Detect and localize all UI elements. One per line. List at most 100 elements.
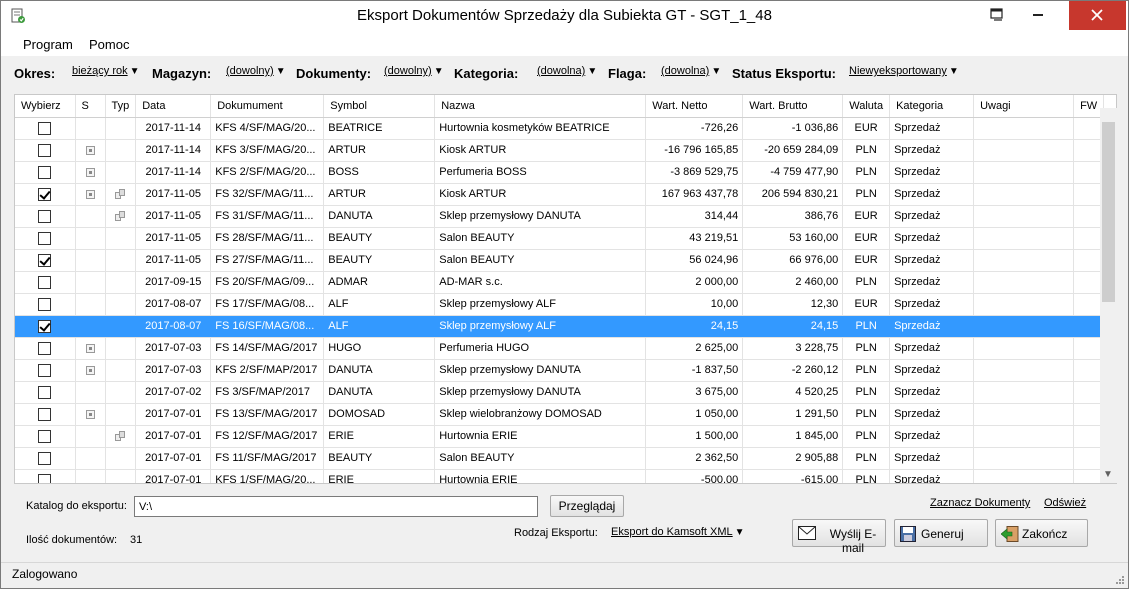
header-col-typ[interactable]: Typ — [105, 95, 137, 118]
notes-cell — [973, 117, 1075, 140]
category-cell: Sprzedaż — [889, 161, 975, 184]
save-disk-icon — [900, 526, 916, 542]
date-cell: 2017-11-14 — [135, 161, 212, 184]
catalog-input[interactable] — [134, 496, 538, 517]
table-row[interactable]: 2017-07-03 FS 14/SF/MAG/2017 HUGO Perfumeri… — [15, 337, 1105, 360]
table-row[interactable]: 2017-07-01 FS 13/SF/MAG/2017 DOMOSAD Sklep … — [15, 403, 1105, 426]
row-checkbox[interactable] — [38, 341, 52, 355]
row-checkbox[interactable] — [38, 143, 52, 157]
magazyn-dropdown[interactable]: (dowolny) ▼ — [226, 65, 286, 77]
table-row[interactable]: 2017-11-14 KFS 3/SF/MAG/20... ARTUR Kiosk A… — [15, 139, 1105, 162]
row-checkbox[interactable] — [38, 165, 52, 179]
table-row[interactable]: 2017-11-05 FS 27/SF/MAG/11... BEAUTY Salon … — [15, 249, 1105, 272]
header-col-waluta[interactable]: Waluta — [842, 95, 891, 118]
row-checkbox[interactable] — [38, 231, 52, 245]
table-row[interactable]: 2017-07-01 FS 12/SF/MAG/2017 ERIE Hurtownia… — [15, 425, 1105, 448]
header-col-s[interactable]: S — [75, 95, 106, 118]
linked-documents-icon — [114, 431, 126, 442]
row-checkbox[interactable] — [38, 187, 52, 201]
name-cell: Salon BEAUTY — [434, 227, 647, 250]
table-row[interactable]: 2017-08-07 FS 17/SF/MAG/08... ALF Sklep prz… — [15, 293, 1105, 316]
table-row[interactable]: 2017-11-05 FS 31/SF/MAG/11... DANUTA Sklep … — [15, 205, 1105, 228]
date-cell: 2017-11-14 — [135, 139, 212, 162]
s-cell — [75, 425, 106, 448]
table-row[interactable]: 2017-11-14 KFS 4/SF/MAG/20... BEATRICE Hurt… — [15, 117, 1105, 140]
kategoria-dropdown[interactable]: (dowolna) ▼ — [537, 65, 597, 77]
header-col-symbol[interactable]: Symbol — [323, 95, 436, 118]
s-cell — [75, 381, 106, 404]
type-cell — [105, 359, 137, 382]
currency-cell: PLN — [842, 425, 891, 448]
close-button[interactable] — [1069, 1, 1126, 30]
header-col-data[interactable]: Data — [135, 95, 212, 118]
symbol-cell: DANUTA — [323, 381, 436, 404]
flaga-label: Flaga: — [608, 66, 647, 81]
dropdown-arrow-icon: ▼ — [129, 66, 140, 77]
row-checkbox[interactable] — [38, 253, 52, 267]
row-checkbox[interactable] — [38, 385, 52, 399]
resize-grip-icon[interactable] — [1114, 574, 1124, 584]
symbol-cell: ALF — [323, 293, 436, 316]
header-col-dokument[interactable]: Dokumument — [210, 95, 325, 118]
status-dropdown[interactable]: Niewyeksportowany ▼ — [849, 65, 959, 77]
row-checkbox[interactable] — [38, 451, 52, 465]
dokumenty-dropdown[interactable]: (dowolny) ▼ — [384, 65, 444, 77]
net-value-cell: 2 625,00 — [645, 337, 744, 360]
finish-button[interactable]: Zakończ — [995, 519, 1088, 547]
table-row[interactable]: 2017-07-01 KFS 1/SF/MAG/20... ERIE Hurtowni… — [15, 469, 1105, 483]
generate-button[interactable]: Generuj — [894, 519, 988, 547]
menu-program[interactable]: Program — [23, 37, 73, 52]
row-checkbox[interactable] — [38, 319, 52, 333]
export-type-label: Rodzaj Eksportu: — [514, 527, 598, 539]
refresh-link[interactable]: Odśwież — [1044, 497, 1086, 509]
table-row[interactable]: 2017-07-01 FS 11/SF/MAG/2017 BEAUTY Salon B… — [15, 447, 1105, 470]
documents-grid[interactable]: Wybierz S Typ Data Dokumument Symbol Nazwa Wart… — [14, 94, 1117, 484]
table-row[interactable]: 2017-11-05 FS 28/SF/MAG/11... BEAUTY Salon … — [15, 227, 1105, 250]
header-col-kategoria[interactable]: Kategoria — [889, 95, 975, 118]
row-checkbox[interactable] — [38, 407, 52, 421]
row-checkbox[interactable] — [38, 209, 52, 223]
row-checkbox[interactable] — [38, 275, 52, 289]
browse-button[interactable]: Przeglądaj — [550, 495, 624, 517]
scrollbar-thumb[interactable] — [1102, 122, 1115, 302]
date-cell: 2017-07-01 — [135, 425, 212, 448]
category-cell: Sprzedaż — [889, 447, 975, 470]
flaga-dropdown[interactable]: (dowolna) ▼ — [661, 65, 721, 77]
table-row[interactable]: 2017-09-15 FS 20/SF/MAG/09... ADMAR AD-MAR … — [15, 271, 1105, 294]
browse-button-label: Przeglądaj — [558, 499, 616, 513]
close-icon — [1091, 9, 1103, 21]
table-row[interactable]: 2017-07-02 FS 3/SF/MAP/2017 DANUTA Sklep pr… — [15, 381, 1105, 404]
header-col-uwagi[interactable]: Uwagi — [973, 95, 1075, 118]
kategoria-value: (dowolna) — [537, 65, 586, 77]
table-row[interactable]: 2017-11-05 FS 32/SF/MAG/11... ARTUR Kiosk A… — [15, 183, 1105, 206]
name-cell: Sklep przemysłowy DANUTA — [434, 205, 647, 228]
header-col-wybierz[interactable]: Wybierz — [15, 95, 76, 118]
currency-cell: EUR — [842, 205, 891, 228]
header-col-brutto[interactable]: Wart. Brutto — [742, 95, 844, 118]
header-col-netto[interactable]: Wart. Netto — [645, 95, 744, 118]
minimize-button[interactable] — [1022, 1, 1054, 30]
header-col-nazwa[interactable]: Nazwa — [434, 95, 647, 118]
table-row[interactable]: 2017-11-14 KFS 2/SF/MAG/20... BOSS Perfumer… — [15, 161, 1105, 184]
row-checkbox[interactable] — [38, 429, 52, 443]
table-row[interactable]: 2017-07-03 KFS 2/SF/MAP/2017 DANUTA Sklep p… — [15, 359, 1105, 382]
row-checkbox[interactable] — [38, 473, 52, 483]
vertical-scrollbar[interactable]: ▼ — [1100, 108, 1117, 483]
row-checkbox[interactable] — [38, 363, 52, 377]
name-cell: Hurtownia kosmetyków BEATRICE — [434, 117, 647, 140]
scroll-down-icon[interactable]: ▼ — [1103, 469, 1113, 480]
select-cell — [15, 381, 76, 404]
menu-help[interactable]: Pomoc — [89, 37, 129, 52]
select-docs-link[interactable]: Zaznacz Dokumenty — [930, 497, 1030, 509]
export-type-dropdown[interactable]: Eksport do Kamsoft XML ▼ — [611, 526, 745, 538]
email-button[interactable]: Wyślij E-mail — [792, 519, 886, 555]
row-checkbox[interactable] — [38, 297, 52, 311]
net-value-cell: 2 000,00 — [645, 271, 744, 294]
currency-cell: PLN — [842, 381, 891, 404]
okres-dropdown[interactable]: bieżący rok ▼ — [72, 65, 140, 77]
documents-table: Wybierz S Typ Data Dokumument Symbol Nazwa Wart… — [15, 95, 1105, 483]
table-row[interactable]: 2017-08-07 FS 16/SF/MAG/08... ALF Sklep prz… — [15, 315, 1105, 338]
restore-button[interactable] — [979, 1, 1011, 30]
row-checkbox[interactable] — [38, 121, 52, 135]
select-cell — [15, 205, 76, 228]
